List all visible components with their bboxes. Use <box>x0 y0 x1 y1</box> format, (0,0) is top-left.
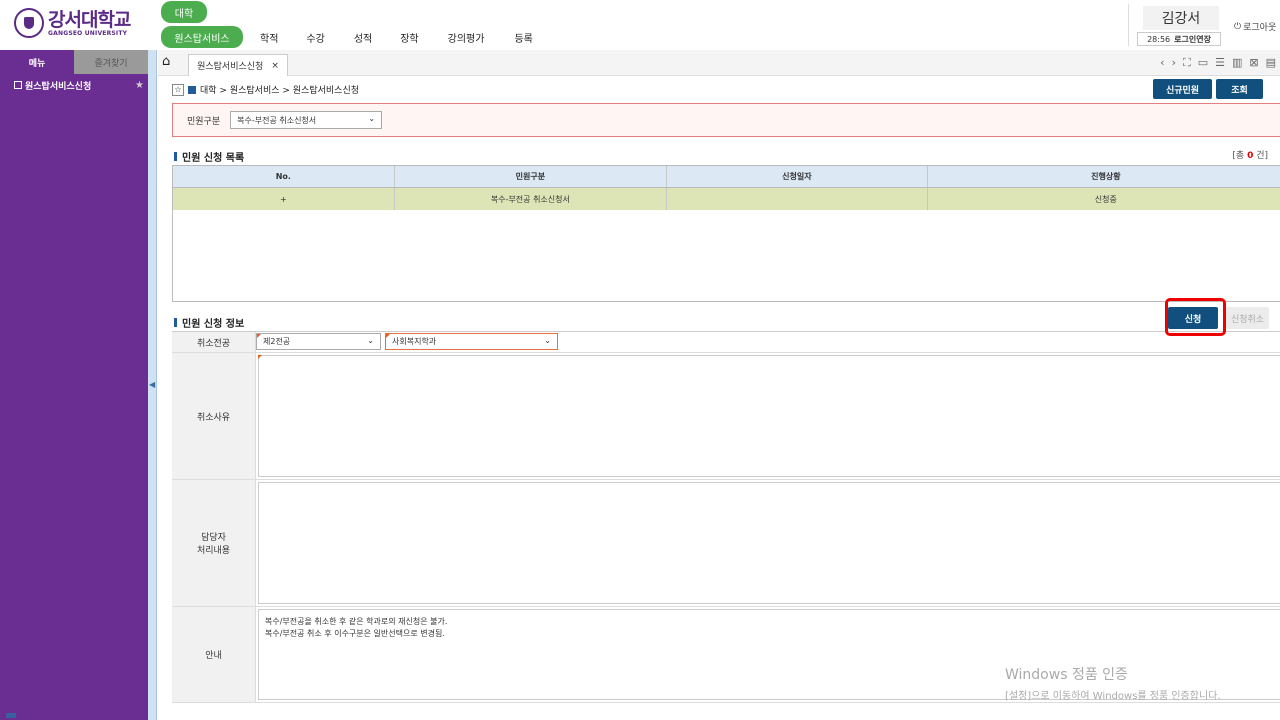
breadcrumb: ☆ 대학 > 원스탑서비스 > 원스탑서비스신청 <box>172 83 359 96</box>
split-vertical-icon[interactable]: ▥ <box>1232 56 1242 70</box>
menu-item-icon <box>14 81 22 89</box>
nav-scholarship[interactable]: 장학 <box>400 26 418 48</box>
nav-academic-record[interactable]: 학적 <box>260 26 278 48</box>
request-type-value: 복수-부전공 취소신청서 <box>237 115 317 125</box>
handler-content-textarea[interactable] <box>258 482 1280 604</box>
breadcrumb-text: 대학 > 원스탑서비스 > 원스탑서비스신청 <box>200 86 360 96</box>
window-icon[interactable]: ▭ <box>1198 56 1208 70</box>
required-marker-icon <box>258 355 262 359</box>
filter-panel: 민원구분 복수-부전공 취소신청서 ⌄ <box>172 103 1280 137</box>
sidebar-splitter[interactable]: ◀ <box>148 50 157 720</box>
top-category-tag[interactable]: 대학 <box>161 1 207 23</box>
tab-tools: ‹ › ⛶ ▭ ☰ ▥ ⊠ ▤ <box>1160 56 1276 70</box>
filter-label: 민원구분 <box>187 116 221 127</box>
row-status: 신청중 <box>1094 194 1117 204</box>
sidebar-item-onestop-apply[interactable]: 원스탑서비스신청 ★ <box>0 74 148 96</box>
apply-button-highlight <box>1165 298 1226 336</box>
chevron-down-icon: ⌄ <box>368 114 376 123</box>
tab-onestop-apply[interactable]: 원스탑서비스신청 × <box>188 54 288 76</box>
university-emblem-icon <box>14 8 44 38</box>
reason-textarea[interactable] <box>258 355 1280 477</box>
form-row-cancel-major: 취소전공 제2전공 ⌄ 사회복지학과 ⌄ <box>172 332 1280 353</box>
app-header: 강서대학교 GANGSEO UNIVERSITY 대학 원스탑서비스 학적 수강… <box>0 0 1280 50</box>
row-apply-date <box>667 188 928 210</box>
session-extend-button[interactable]: 28:56 로그인연장 <box>1137 32 1221 46</box>
breadcrumb-icon <box>188 85 196 94</box>
session-extend-label: 로그인연장 <box>1174 34 1211 44</box>
logout-button[interactable]: ⏻ 로그아웃 <box>1234 20 1277 34</box>
window-list-icon[interactable]: ▤ <box>1266 56 1276 70</box>
sidebar-tab-favorites[interactable]: 즐겨찾기 <box>74 50 148 74</box>
row-request-type: 복수-부전공 취소신청서 <box>395 188 668 210</box>
section-bar-icon <box>174 318 177 327</box>
bookmark-star-icon[interactable]: ☆ <box>172 83 184 96</box>
logo-english: GANGSEO UNIVERSITY <box>48 29 128 37</box>
department-select[interactable]: 사회복지학과 ⌄ <box>385 333 558 350</box>
university-logo[interactable]: 강서대학교 GANGSEO UNIVERSITY <box>14 6 131 40</box>
request-type-select[interactable]: 복수-부전공 취소신청서 ⌄ <box>230 111 383 129</box>
form-row-reason: 취소사유 <box>172 353 1280 480</box>
logout-label: 로그아웃 <box>1243 23 1277 33</box>
main-nav: 원스탑서비스 학적 수강 성적 장학 강의평가 등록 <box>161 26 533 48</box>
sidebar-footer-icon <box>6 713 16 718</box>
fullscreen-icon[interactable]: ⛶ <box>1183 56 1191 70</box>
close-all-icon[interactable]: ⊠ <box>1249 56 1258 70</box>
column-no[interactable]: No. <box>173 166 395 187</box>
chevron-down-icon: ⌄ <box>367 336 374 345</box>
request-list-table: No. 민원구분 신청일자 진행상황 + 복수-부전공 취소신청서 신청중 <box>172 165 1280 302</box>
user-box: 김강서 28:56 로그인연장 <box>1128 4 1228 46</box>
nav-grades[interactable]: 성적 <box>354 26 372 48</box>
form-row-handler: 담당자 처리내용 <box>172 480 1280 607</box>
sidebar: 메뉴 즐겨찾기 원스탑서비스신청 ★ <box>0 50 148 720</box>
required-marker-icon <box>386 334 390 338</box>
close-icon[interactable]: × <box>271 61 279 71</box>
prev-icon[interactable]: ‹ <box>1160 56 1164 70</box>
row-no: + <box>173 188 395 210</box>
tab-label: 원스탑서비스신청 <box>197 62 264 72</box>
required-marker-icon <box>257 334 261 338</box>
split-horizontal-icon[interactable]: ☰ <box>1215 56 1225 70</box>
nav-onestop[interactable]: 원스탑서비스 <box>161 26 243 48</box>
column-status[interactable]: 진행상황 <box>928 166 1280 187</box>
info-section-title: 민원 신청 정보 <box>174 315 244 330</box>
cancel-major-select[interactable]: 제2전공 ⌄ <box>256 333 381 350</box>
table-row[interactable]: + 복수-부전공 취소신청서 신청중 <box>173 188 1280 210</box>
user-name: 김강서 <box>1143 6 1219 30</box>
section-bar-icon <box>174 152 177 161</box>
power-icon: ⏻ <box>1234 21 1242 32</box>
collapse-arrow-icon[interactable]: ◀ <box>149 380 155 389</box>
chevron-down-icon: ⌄ <box>544 336 551 345</box>
cancel-apply-button[interactable]: 신청취소 <box>1226 307 1269 329</box>
request-info-form: 취소전공 제2전공 ⌄ 사회복지학과 ⌄ 취소사유 담당자 처리내용 안내 복수… <box>172 331 1280 703</box>
total-count: [총 0 건] <box>1232 151 1268 161</box>
nav-tuition[interactable]: 등록 <box>514 26 532 48</box>
nav-lecture-evaluation[interactable]: 강의평가 <box>448 26 485 48</box>
logo-korean: 강서대학교 <box>48 8 131 31</box>
column-apply-date[interactable]: 신청일자 <box>667 166 928 187</box>
home-icon[interactable]: ⌂ <box>162 54 178 70</box>
new-request-button[interactable]: 신규민원 <box>1153 79 1212 99</box>
search-button[interactable]: 조회 <box>1216 79 1263 99</box>
handler-label: 담당자 처리내용 <box>172 480 256 606</box>
sidebar-tab-menu[interactable]: 메뉴 <box>0 50 74 74</box>
nav-course-registration[interactable]: 수강 <box>306 26 324 48</box>
cancel-major-label: 취소전공 <box>172 332 256 352</box>
column-request-type[interactable]: 민원구분 <box>395 166 668 187</box>
next-icon[interactable]: › <box>1172 56 1176 70</box>
sidebar-item-label: 원스탑서비스신청 <box>25 81 92 92</box>
session-timer: 28:56 <box>1147 34 1171 44</box>
windows-activation-watermark: Windows 정품 인증 [설정]으로 이동하여 Windows를 정품 인증… <box>1005 667 1221 702</box>
list-section-title: 민원 신청 목록 <box>174 149 244 164</box>
notice-label: 안내 <box>172 607 256 702</box>
tab-bar: ⌂ 원스탑서비스신청 × ‹ › ⛶ ▭ ☰ ▥ ⊠ ▤ <box>158 50 1280 76</box>
favorite-star-icon[interactable]: ★ <box>135 80 144 91</box>
reason-label: 취소사유 <box>172 353 256 479</box>
main-content: ☆ 대학 > 원스탑서비스 > 원스탑서비스신청 신규민원 조회 민원구분 복수… <box>158 77 1280 720</box>
table-header: No. 민원구분 신청일자 진행상황 <box>173 166 1280 188</box>
